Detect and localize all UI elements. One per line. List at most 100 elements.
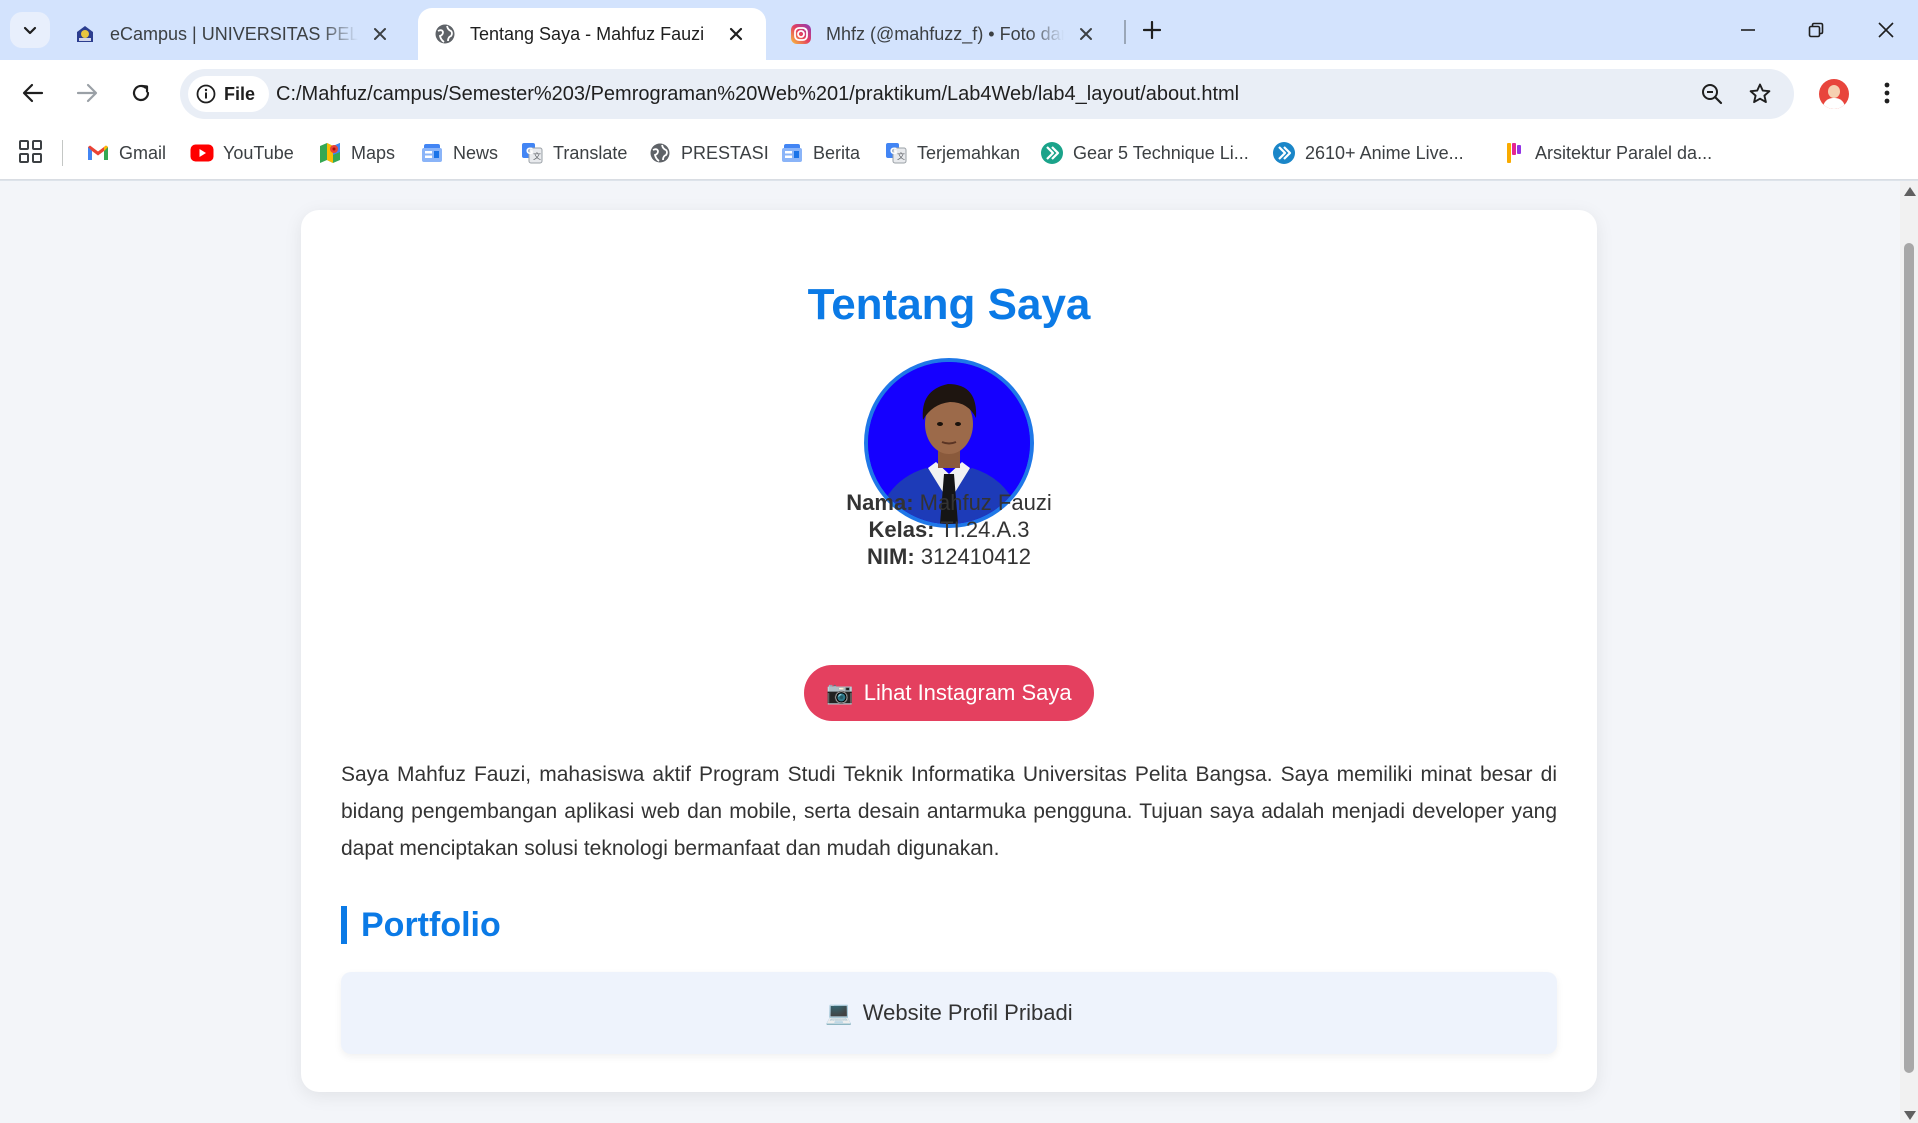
bookmark-anime[interactable]: 2610+ Anime Live... [1272, 139, 1464, 167]
close-window-button[interactable] [1864, 12, 1908, 48]
more-vert-icon [1884, 82, 1890, 104]
name-label: Nama: [846, 490, 914, 515]
bookmarks-bar: Gmail YouTube Maps News G文 Translate PRE… [0, 126, 1918, 180]
bookmark-translate[interactable]: G文 Translate [520, 139, 627, 167]
address-bar[interactable]: File C:/Mahfuz/campus/Semester%203/Pemro… [180, 69, 1794, 119]
bookmark-star-icon[interactable] [1746, 80, 1774, 108]
reload-button[interactable] [124, 76, 158, 110]
portfolio-item-label: Website Profil Pribadi [862, 1000, 1073, 1025]
bookmark-arsitektur[interactable]: Arsitektur Paralel da... [1502, 139, 1712, 167]
arrow-left-icon [22, 83, 44, 103]
reload-icon [132, 84, 150, 102]
scheme-label: File [224, 83, 256, 104]
tab-search-button[interactable] [10, 12, 50, 48]
close-icon [1878, 22, 1894, 38]
bookmark-label: Translate [553, 142, 628, 163]
new-tab-button[interactable] [1136, 14, 1168, 46]
chevron-down-icon [23, 26, 37, 35]
svg-text:文: 文 [897, 151, 905, 161]
zoom-icon[interactable] [1698, 80, 1726, 108]
instagram-icon [790, 23, 812, 45]
camera-icon: 📷 [826, 680, 854, 705]
nim-label: NIM: [867, 544, 915, 569]
bookmark-terjemahkan[interactable]: G文 Terjemahkan [884, 139, 1020, 167]
tab-title: Tentang Saya - Mahfuz Fauzi [470, 23, 705, 44]
page-viewport: Tentang Saya Nama: Mahfuz Fauzi Kelas: T… [0, 181, 1900, 1123]
arrow-badge-icon [1040, 141, 1064, 165]
tab-strip: eCampus | UNIVERSITAS PELITA BANGSA Tent… [0, 0, 1918, 60]
translate-icon: G文 [884, 141, 908, 165]
page-title: Tentang Saya [807, 280, 1091, 329]
profile-avatar[interactable] [1819, 79, 1849, 109]
close-icon[interactable] [1074, 22, 1098, 46]
bookmark-label: Gear 5 Technique Li... [1073, 142, 1249, 163]
forward-button[interactable] [70, 76, 104, 110]
bookmark-news[interactable]: News [420, 139, 498, 167]
globe-icon [434, 23, 456, 45]
about-card: Tentang Saya Nama: Mahfuz Fauzi Kelas: T… [301, 210, 1597, 1092]
bookmark-gmail[interactable]: Gmail [86, 139, 166, 167]
close-icon[interactable] [368, 22, 392, 46]
site-info-chip[interactable]: File [188, 76, 270, 112]
news-icon [420, 141, 444, 165]
colorful-p-icon [1502, 141, 1526, 165]
minimize-button[interactable] [1726, 12, 1770, 48]
bookmarks-separator [62, 140, 63, 166]
url-text[interactable]: C:/Mahfuz/campus/Semester%203/Pemrograma… [276, 83, 1239, 106]
tab-title: eCampus | UNIVERSITAS PELITA BANGSA [110, 23, 358, 44]
arrow-right-icon [76, 83, 98, 103]
news-icon [780, 141, 804, 165]
arrow-badge-icon [1272, 141, 1296, 165]
instagram-button[interactable]: 📷 Lihat Instagram Saya [804, 665, 1094, 721]
back-button[interactable] [16, 76, 50, 110]
apps-grid-icon[interactable] [18, 139, 44, 165]
class-value: TI.24.A.3 [940, 517, 1030, 542]
browser-menu-button[interactable] [1872, 76, 1902, 110]
plus-icon [1143, 21, 1161, 39]
university-logo-icon [74, 23, 96, 45]
class-label: Kelas: [868, 517, 935, 542]
avatar-shirt [1823, 98, 1845, 109]
bookmark-label: News [453, 142, 499, 163]
tab-tentang-saya[interactable]: Tentang Saya - Mahfuz Fauzi [418, 8, 766, 60]
about-paragraph: Saya Mahfuz Fauzi, mahasiswa aktif Progr… [341, 763, 1557, 860]
instagram-button-label: Lihat Instagram Saya [863, 680, 1072, 705]
vertical-scrollbar[interactable] [1900, 181, 1918, 1123]
bookmark-label: Gmail [119, 142, 167, 163]
tab-ecampus[interactable]: eCampus | UNIVERSITAS PELITA BANGSA [58, 8, 410, 60]
info-name: Nama: Mahfuz Fauzi [301, 490, 1597, 516]
tab-instagram[interactable]: Mhfz (@mahfuzz_f) • Foto dan video Insta… [774, 8, 1116, 60]
bookmark-youtube[interactable]: YouTube [190, 139, 294, 167]
avatar-face [1828, 85, 1840, 98]
scroll-down-arrow-icon[interactable] [1904, 1111, 1916, 1120]
portfolio-heading: Portfolio [341, 906, 501, 944]
tab-title: Mhfz (@mahfuzz_f) • Foto dan video Insta… [826, 23, 1064, 44]
svg-text:文: 文 [533, 151, 541, 161]
bookmark-prestasi[interactable]: PRESTASI [648, 139, 769, 167]
info-nim: NIM: 312410412 [301, 544, 1597, 570]
tab-separator [1124, 20, 1126, 44]
globe-icon [648, 141, 672, 165]
nim-value: 312410412 [920, 544, 1031, 569]
bookmark-label: 2610+ Anime Live... [1305, 142, 1464, 163]
bookmark-label: Terjemahkan [917, 142, 1021, 163]
bookmark-berita[interactable]: Berita [780, 139, 860, 167]
info-icon [196, 84, 216, 104]
close-icon[interactable] [724, 22, 748, 46]
scrollbar-thumb[interactable] [1904, 243, 1914, 1073]
portfolio-item[interactable]: 💻 Website Profil Pribadi [341, 972, 1557, 1054]
restore-button[interactable] [1794, 12, 1838, 48]
bookmark-maps[interactable]: Maps [318, 139, 395, 167]
youtube-icon [190, 141, 214, 165]
bookmark-gear5[interactable]: Gear 5 Technique Li... [1040, 139, 1249, 167]
translate-icon: G文 [520, 141, 544, 165]
bookmark-label: Maps [351, 142, 396, 163]
info-class: Kelas: TI.24.A.3 [301, 517, 1597, 543]
gmail-icon [86, 141, 110, 165]
bookmark-label: YouTube [223, 142, 294, 163]
name-value: Mahfuz Fauzi [919, 490, 1052, 515]
browser-toolbar: File C:/Mahfuz/campus/Semester%203/Pemro… [0, 60, 1918, 126]
bookmark-label: Berita [813, 142, 861, 163]
scroll-up-arrow-icon[interactable] [1904, 187, 1916, 196]
minimize-icon [1741, 29, 1755, 31]
